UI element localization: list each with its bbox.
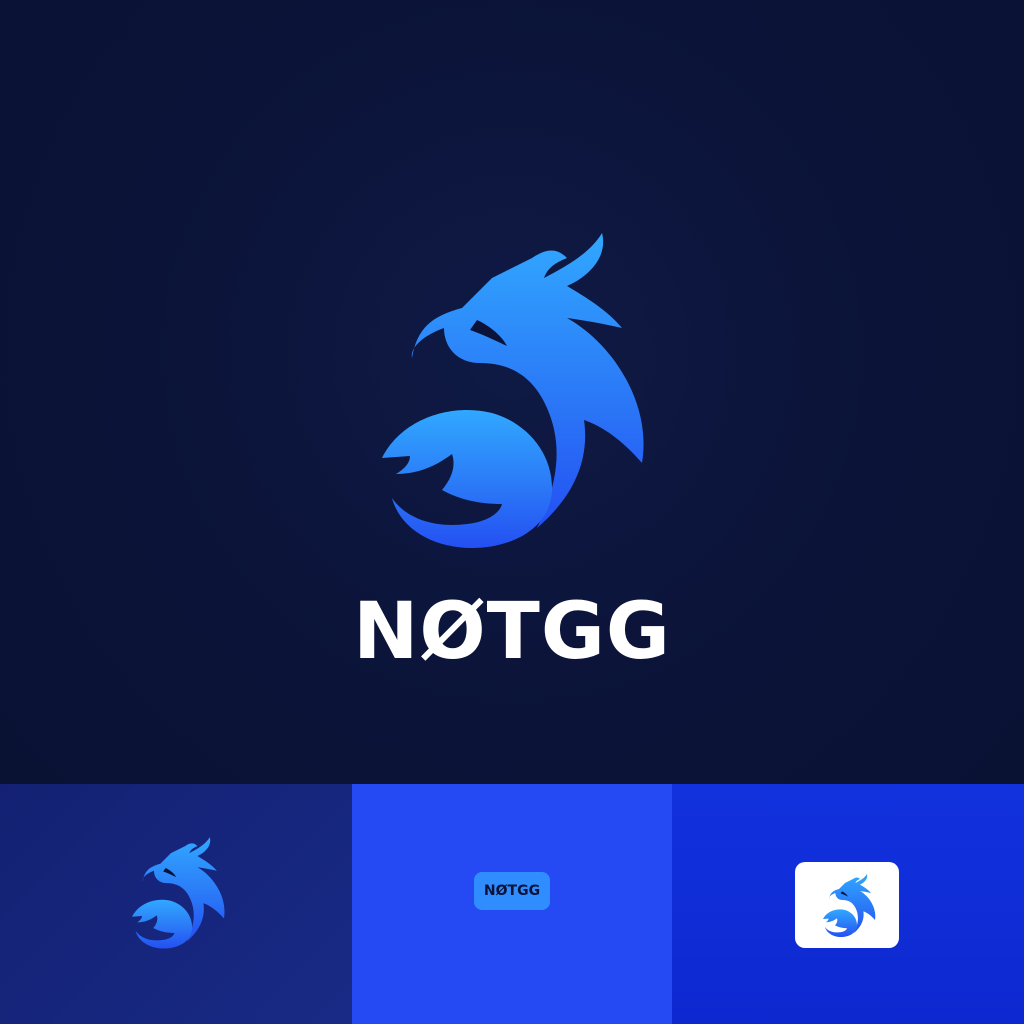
- wordmark-badge: NØTGG: [474, 872, 550, 910]
- logo-variant-dark-panel: [0, 784, 352, 1024]
- dragon-icon: [362, 228, 662, 548]
- hero-section: NØTGG: [0, 0, 1024, 784]
- logo-variant-wordmark-panel: NØTGG: [352, 784, 672, 1024]
- dragon-icon: [125, 834, 231, 950]
- brand-wordmark: NØTGG: [353, 587, 671, 677]
- app-icon-tile: [795, 862, 899, 948]
- logo-variant-app-icon-panel: [672, 784, 1024, 1024]
- dragon-icon: [819, 870, 879, 940]
